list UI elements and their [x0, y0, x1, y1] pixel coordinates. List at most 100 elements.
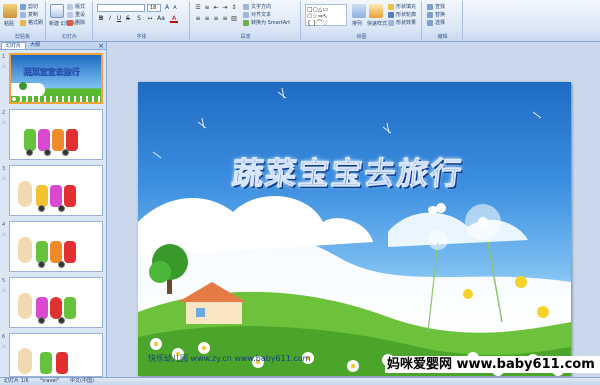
drawing-group: □○△▭ ⬠☆⇒↖{ }⌒♡ 排列 快速样式 形状填充 形状轮廓 形状效果 绘图: [302, 1, 422, 41]
text-direction-button[interactable]: 文字方向: [243, 3, 271, 10]
align-text-button[interactable]: 对齐文本: [243, 11, 271, 18]
columns-icon[interactable]: ▥: [230, 15, 238, 23]
copy-button[interactable]: 复制: [20, 11, 38, 18]
shape-fill-button[interactable]: 形状填充: [388, 3, 416, 10]
animation-icon: ☆: [2, 344, 7, 350]
select-button[interactable]: 选择: [427, 19, 445, 26]
slides-group-label: 幻灯片: [61, 34, 77, 40]
veg-character: [24, 129, 36, 151]
strikethrough-icon[interactable]: S: [124, 15, 132, 23]
new-slide-icon[interactable]: [50, 4, 64, 18]
thumbnail-slide[interactable]: [9, 165, 103, 216]
wheel: [58, 317, 65, 324]
case-icon[interactable]: Aa: [157, 15, 165, 23]
wheel: [58, 261, 65, 268]
thumbnail-number: 5: [2, 278, 6, 284]
slides-group: 新建 幻灯片 版式 重设 删除 幻灯片: [47, 1, 93, 41]
thumbnail-row[interactable]: 3 ☆: [0, 164, 107, 220]
layout-icon: [67, 3, 73, 10]
language-indicator[interactable]: 中文(中国): [70, 378, 94, 385]
spacing-icon[interactable]: ↔: [146, 15, 154, 23]
format-painter-button[interactable]: 格式刷: [20, 19, 43, 26]
effects-icon: [388, 19, 394, 26]
wheel: [26, 149, 33, 156]
thumbnail-row[interactable]: 2 ☆: [0, 108, 107, 164]
animation-icon: ☆: [2, 176, 7, 182]
slide-counter: 幻灯片 1/6: [4, 378, 29, 384]
shrink-font-icon[interactable]: A: [171, 4, 179, 12]
wheel: [58, 205, 65, 212]
italic-icon[interactable]: I: [106, 15, 114, 23]
thumbnail-slide[interactable]: [9, 109, 103, 160]
find-button[interactable]: 查找: [427, 3, 445, 10]
copy-icon: [20, 11, 26, 18]
slide-title[interactable]: 蔬菜宝宝去旅行: [186, 148, 511, 193]
thumbnail-slide[interactable]: [9, 277, 103, 328]
close-icon[interactable]: ×: [98, 42, 104, 50]
cut-button[interactable]: 剪切: [20, 3, 38, 10]
font-color-icon[interactable]: A: [170, 15, 178, 23]
bullets-icon[interactable]: ☰: [194, 4, 202, 12]
smartart-button[interactable]: 转换为 SmartArt: [243, 19, 290, 26]
veg-character: [36, 185, 48, 207]
reset-button[interactable]: 重设: [67, 11, 85, 18]
replace-button[interactable]: 替换: [427, 11, 445, 18]
shape-effects-button[interactable]: 形状效果: [388, 19, 416, 26]
paragraph-group: ☰ ≡ ⇤ ⇥ ↕ ≡ ≡ ≡ ≡ ▥ 文字方向 对齐文本 转换为 SmartA…: [191, 1, 301, 41]
delete-slide-button[interactable]: 删除: [67, 19, 85, 26]
slide-editor: 蔬菜宝宝去旅行 快乐幼儿园 www.zy.cn www.baby611.com: [108, 42, 600, 377]
grow-font-icon[interactable]: A: [163, 4, 171, 12]
tab-slides[interactable]: 幻灯片: [1, 42, 27, 49]
underline-icon[interactable]: U: [115, 15, 123, 23]
thumbnail-slide[interactable]: [9, 221, 103, 272]
thumbnail-slide[interactable]: [9, 333, 103, 377]
align-center-icon[interactable]: ≡: [203, 15, 211, 23]
justify-icon[interactable]: ≡: [221, 15, 229, 23]
text-direction-icon: [243, 3, 249, 10]
tab-outline[interactable]: 大纲: [26, 42, 44, 49]
thumbnail-slide[interactable]: 蔬菜宝宝去旅行: [9, 53, 103, 104]
find-icon: [427, 3, 433, 10]
numbering-icon[interactable]: ≡: [203, 4, 211, 12]
thumbnail-row[interactable]: 4 ☆: [0, 220, 107, 276]
paste-icon[interactable]: [3, 4, 17, 18]
bold-icon[interactable]: B: [97, 15, 105, 23]
thumbnail-number: 4: [2, 222, 6, 228]
layout-button[interactable]: 版式: [67, 3, 85, 10]
font-name-box[interactable]: [97, 4, 145, 12]
watermark: 妈咪爱婴网 www.baby611.com: [385, 356, 600, 373]
veg-character: [64, 297, 76, 319]
font-size-box[interactable]: 18: [147, 4, 161, 12]
arrange-icon[interactable]: [352, 4, 366, 18]
slide-background: [138, 87, 571, 376]
quick-styles-icon[interactable]: [369, 4, 383, 18]
veg-character: [36, 297, 48, 319]
slide-footer-text[interactable]: 快乐幼儿园 www.zy.cn www.baby611.com: [148, 353, 310, 364]
thumbnail-number: 3: [2, 166, 6, 172]
quick-styles-label[interactable]: 快速样式: [367, 20, 387, 27]
align-left-icon[interactable]: ≡: [194, 15, 202, 23]
fill-icon: [388, 3, 394, 10]
outline-icon: [388, 11, 394, 18]
veg-character: [64, 185, 76, 207]
decrease-indent-icon[interactable]: ⇤: [212, 4, 220, 12]
slide[interactable]: 蔬菜宝宝去旅行 快乐幼儿园 www.zy.cn www.baby611.com: [138, 82, 571, 376]
shadow-icon[interactable]: S: [135, 15, 143, 23]
shape-outline-button[interactable]: 形状轮廓: [388, 11, 416, 18]
thumbnail-row[interactable]: 5 ☆: [0, 276, 107, 332]
align-right-icon[interactable]: ≡: [212, 15, 220, 23]
thumbnail-row[interactable]: 1 ☆ 蔬菜宝宝去旅行: [0, 52, 107, 108]
line-spacing-icon[interactable]: ↕: [230, 4, 238, 12]
thumbnail-number: 2: [2, 110, 6, 116]
wheel: [62, 149, 69, 156]
veg-character: [38, 129, 50, 151]
arrange-label[interactable]: 排列: [352, 20, 362, 27]
increase-indent-icon[interactable]: ⇥: [221, 4, 229, 12]
veg-character: [36, 241, 48, 263]
wheel: [38, 317, 45, 324]
chef-character: [18, 181, 32, 207]
paste-label[interactable]: 粘贴: [4, 20, 14, 27]
animation-icon: ☆: [2, 232, 7, 238]
shapes-gallery[interactable]: □○△▭ ⬠☆⇒↖{ }⌒♡: [305, 4, 347, 27]
watermark-text: 妈咪爱婴网 www.baby611.com: [387, 357, 595, 372]
